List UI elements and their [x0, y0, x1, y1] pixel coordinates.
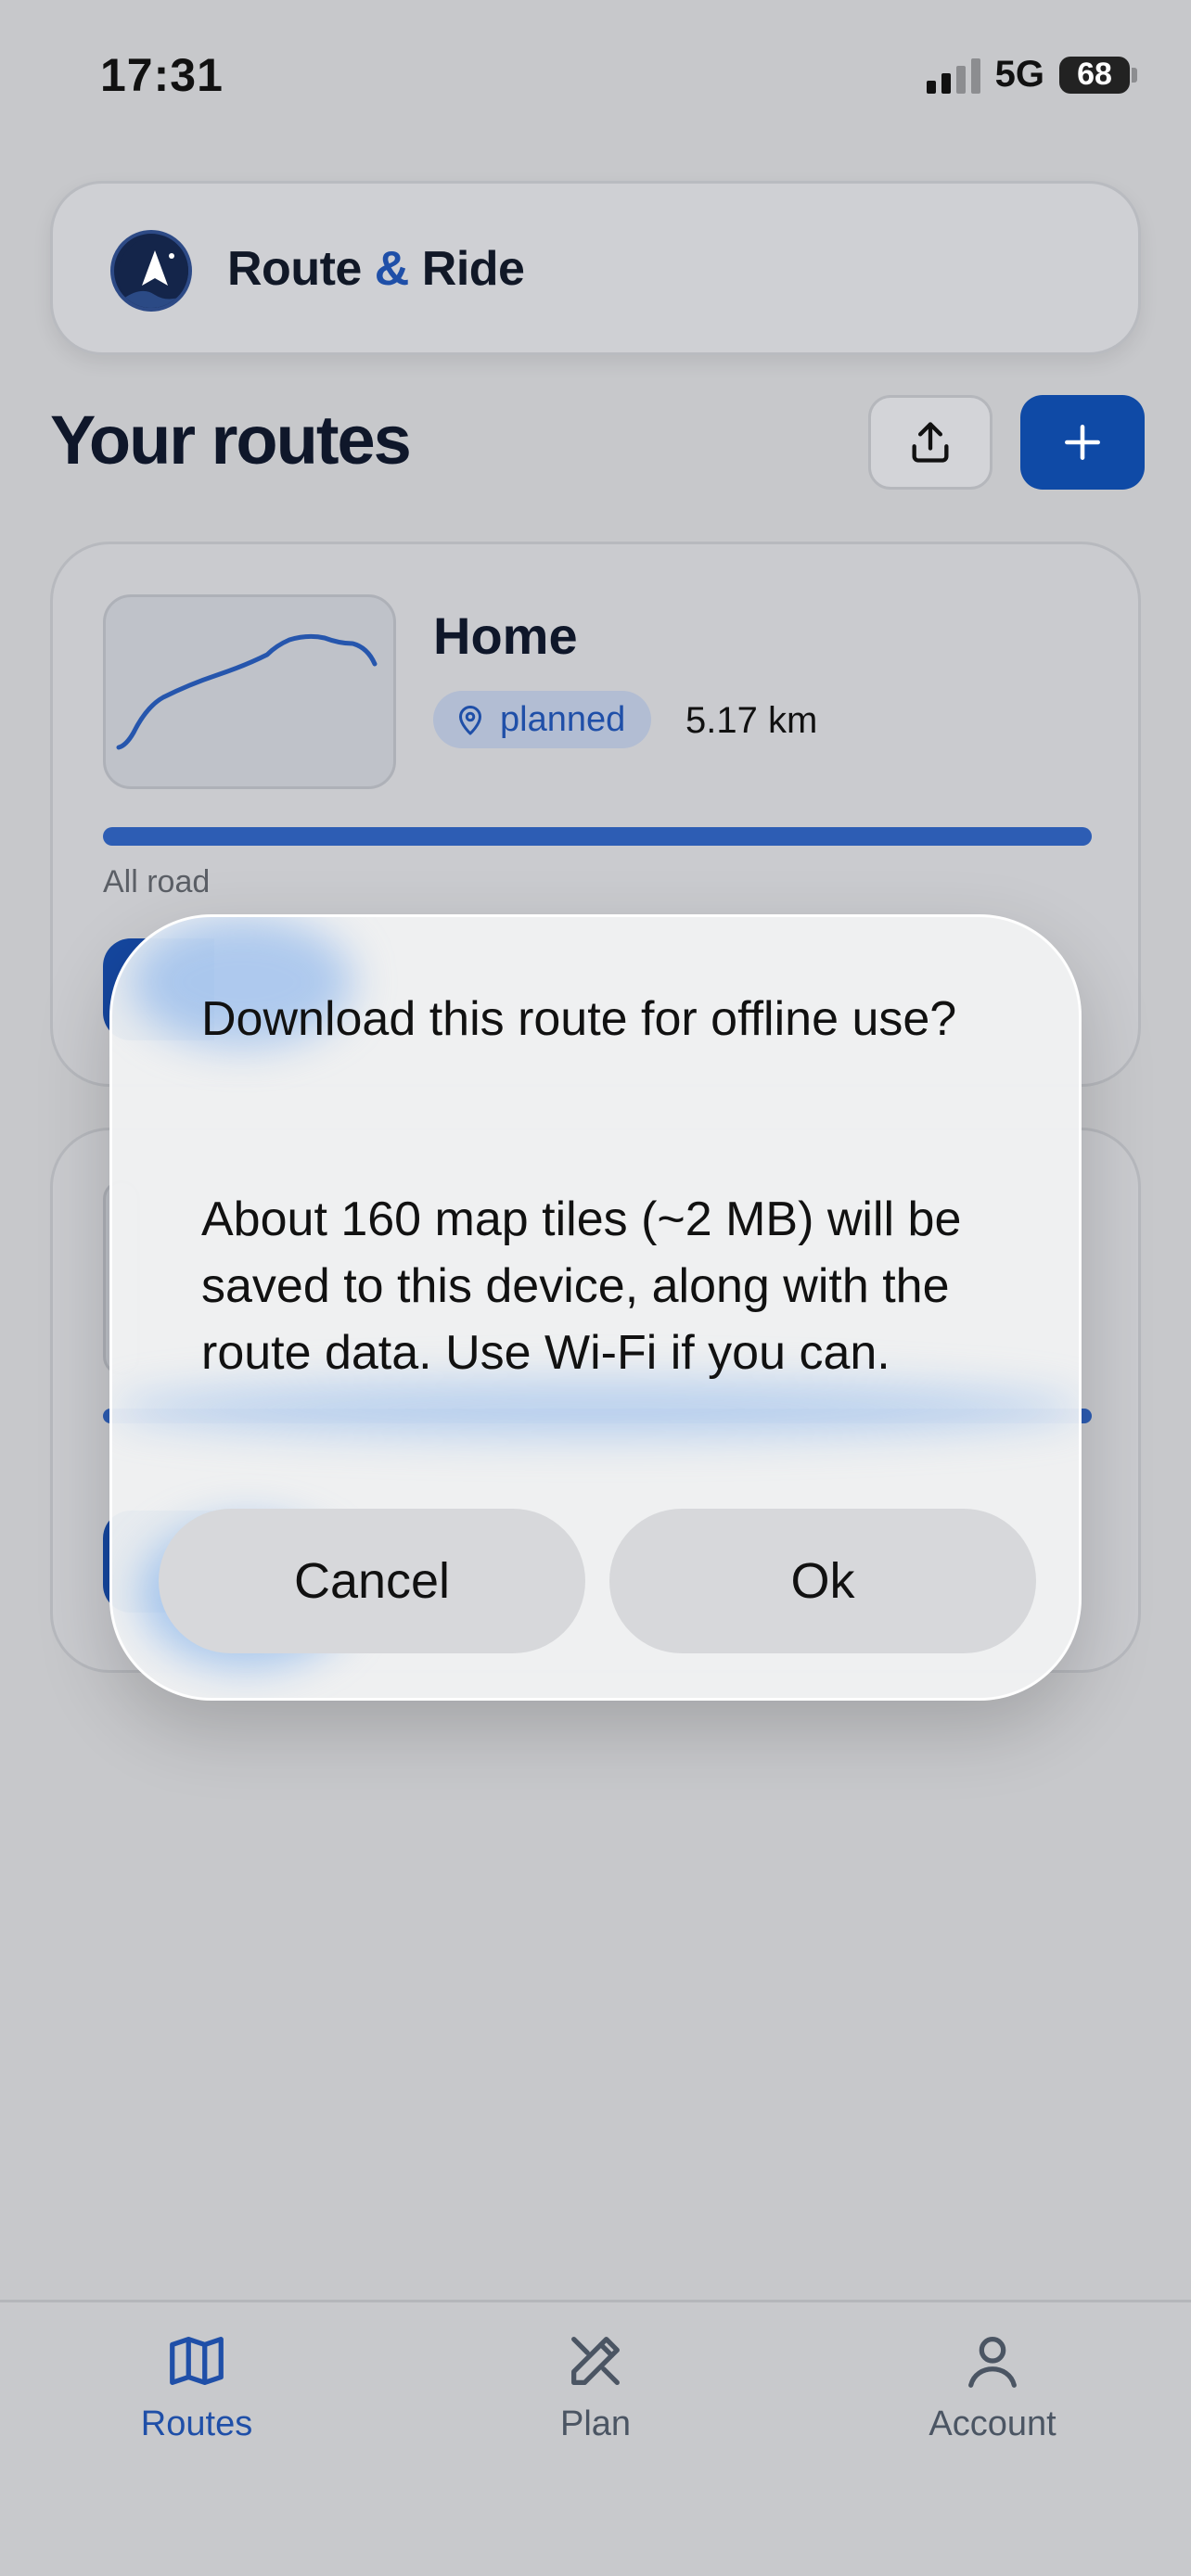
- download-dialog: Download this route for offline use? Abo…: [109, 914, 1082, 1701]
- plus-icon: [1065, 425, 1100, 460]
- network-type: 5G: [994, 54, 1044, 95]
- cancel-button[interactable]: Cancel: [159, 1509, 585, 1653]
- tab-label: Account: [928, 2404, 1057, 2443]
- signal-icon: [926, 57, 980, 94]
- battery-icon: 68: [1059, 56, 1137, 94]
- tab-label: Routes: [140, 2404, 253, 2443]
- app-title-word-2: Ride: [421, 242, 525, 296]
- app-header: Route & Ride: [50, 181, 1141, 355]
- tab-routes[interactable]: Routes: [58, 2328, 336, 2444]
- status-label: planned: [500, 699, 626, 739]
- upload-button[interactable]: [868, 395, 992, 490]
- ok-button[interactable]: Ok: [609, 1509, 1036, 1653]
- route-distance: 5.17 km: [685, 700, 818, 741]
- route-name: Home: [433, 606, 578, 665]
- tab-bar: Routes Plan Account: [0, 2300, 1191, 2576]
- dialog-message: About 160 map tiles (~2 MB) will be save…: [201, 1192, 962, 1380]
- status-bar: 17:31 5G 68: [0, 0, 1191, 148]
- status-time: 17:31: [100, 49, 224, 101]
- tab-plan[interactable]: Plan: [456, 2328, 735, 2444]
- surface-label: All road: [103, 864, 211, 899]
- surface-progress-bar: [103, 827, 1092, 846]
- page-title: Your routes: [50, 402, 412, 478]
- battery-level: 68: [1059, 56, 1130, 94]
- route-thumbnail: [103, 594, 396, 789]
- tab-label: Plan: [559, 2404, 632, 2443]
- tab-account[interactable]: Account: [853, 2328, 1132, 2444]
- app-title: Route & Ride: [227, 241, 525, 297]
- user-icon: [968, 2337, 1017, 2388]
- add-route-button[interactable]: [1020, 395, 1145, 490]
- dialog-title: Download this route for offline use?: [201, 992, 957, 1046]
- mountain-logo-icon: [110, 230, 192, 312]
- location-pin-icon: [459, 706, 481, 735]
- ruler-pencil-icon: [571, 2337, 620, 2385]
- status-badge: planned: [433, 691, 652, 748]
- dialog-backdrop-blur: [112, 1381, 1079, 1436]
- upload-icon: [912, 422, 949, 463]
- app-title-word-1: Route: [227, 242, 362, 296]
- screen: 17:31 5G 68 Route & Ride Your routes Hom…: [0, 0, 1191, 2576]
- status-indicators: 5G 68: [926, 54, 1137, 96]
- app-title-ampersand: &: [374, 242, 410, 296]
- map-icon: [170, 2337, 224, 2385]
